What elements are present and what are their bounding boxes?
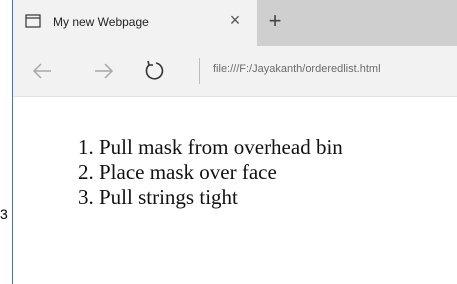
ordered-list: Pull mask from overhead bin Place mask o… — [65, 135, 343, 210]
list-item: Pull mask from overhead bin — [99, 135, 343, 160]
browser-window: My new Webpage × + file:///F:/Jayakanth/… — [12, 0, 457, 284]
page-content: Pull mask from overhead bin Place mask o… — [13, 97, 457, 284]
navigation-bar: file:///F:/Jayakanth/orderedlist.html — [13, 46, 457, 97]
arrow-left-icon[interactable] — [31, 60, 53, 82]
arrow-right-icon[interactable] — [93, 60, 115, 82]
stray-digit: 3 — [0, 206, 8, 222]
tab-title: My new Webpage — [53, 15, 149, 29]
list-item: Place mask over face — [99, 160, 343, 185]
address-bar[interactable]: file:///F:/Jayakanth/orderedlist.html — [213, 63, 381, 75]
tab-bar: My new Webpage × + — [13, 0, 457, 46]
refresh-icon[interactable] — [143, 60, 165, 82]
new-tab-button[interactable]: + — [263, 10, 287, 34]
separator — [199, 58, 200, 84]
close-icon[interactable]: × — [225, 10, 245, 30]
list-item: Pull strings tight — [99, 185, 343, 210]
tab-active[interactable]: My new Webpage × — [13, 0, 257, 46]
page-icon — [25, 14, 41, 28]
